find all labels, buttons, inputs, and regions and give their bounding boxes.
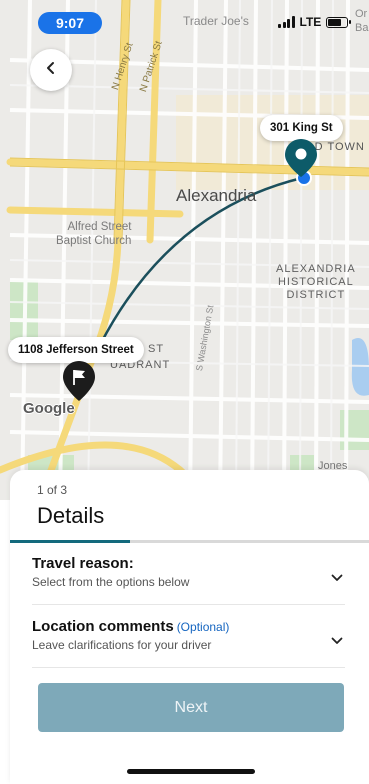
progress-bar xyxy=(10,540,369,543)
battery-icon xyxy=(326,16,352,28)
location-comments-dropdown[interactable]: Location comments (Optional) Leave clarif… xyxy=(32,618,345,668)
travel-reason-subtitle: Select from the options below xyxy=(32,575,190,589)
status-indicators: LTE xyxy=(278,14,352,30)
map-label-historical-district: ALEXANDRIA HISTORICAL DISTRICT xyxy=(276,263,356,301)
status-time: 9:07 xyxy=(38,12,102,34)
map-label-partial: Or Ba xyxy=(355,8,369,34)
travel-reason-dropdown[interactable]: Travel reason: Select from the options b… xyxy=(32,555,345,605)
location-comments-label: Location comments xyxy=(32,618,174,635)
progress-fill xyxy=(10,540,130,543)
signal-icon xyxy=(278,16,295,28)
google-logo: Google xyxy=(23,400,75,417)
sheet-title: Details xyxy=(37,503,105,528)
map-label-alexandria: Alexandria xyxy=(176,186,257,205)
map-label-st: ST xyxy=(148,343,165,355)
chevron-down-icon xyxy=(331,569,343,587)
back-button[interactable] xyxy=(30,49,72,91)
location-comments-subtitle: Leave clarifications for your driver xyxy=(32,638,212,652)
location-comments-title: Location comments (Optional) xyxy=(32,618,345,635)
home-indicator[interactable] xyxy=(127,769,255,774)
details-sheet: 1 of 3 Details Travel reason: Select fro… xyxy=(10,470,369,784)
map-label-trader-joes: Trader Joe's xyxy=(183,14,249,28)
map-label-alfred-street-baptist-church: Alfred Street Baptist Church xyxy=(56,221,132,247)
step-indicator: 1 of 3 xyxy=(37,483,68,497)
optional-tag: (Optional) xyxy=(176,620,230,634)
travel-reason-title: Travel reason: xyxy=(32,555,134,572)
chevron-left-icon xyxy=(44,61,58,80)
chevron-down-icon xyxy=(331,632,343,650)
next-button[interactable]: Next xyxy=(38,683,344,732)
screen: Trader Joe's Or Ba N Henry St N Patrick … xyxy=(0,0,369,784)
network-type: LTE xyxy=(299,15,322,29)
